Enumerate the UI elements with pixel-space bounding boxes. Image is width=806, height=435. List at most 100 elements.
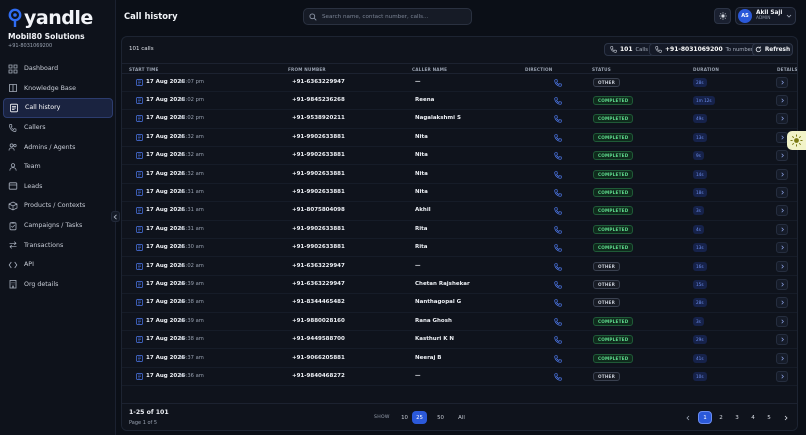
search-input[interactable] [322,13,467,20]
column-direction[interactable]: DIRECTION [525,67,552,72]
page-size-option[interactable]: 50 [433,411,448,424]
next-page-button[interactable] [780,411,792,424]
details-button[interactable] [776,352,788,364]
chevron-right-icon [780,337,784,342]
page-number-button[interactable]: 3 [730,411,744,424]
incoming-call-icon [136,133,143,141]
theme-toggle-button[interactable] [714,8,731,24]
details-button[interactable] [776,242,788,254]
table-row[interactable]: 17 Aug 2026 10:39 am +91-9880028160 Rana Gh… [122,313,797,332]
results-range: 1-25 of 101 [129,409,169,416]
search-box[interactable] [303,8,472,25]
sidebar-item-api[interactable]: API [3,255,113,275]
table-row[interactable]: 17 Aug 2026 11:30 am +91-9902633881 Rita COM… [122,239,797,258]
details-button[interactable] [776,223,788,235]
sidebar-item-label: Leads [24,182,43,190]
details-button[interactable] [776,315,788,327]
duration-badge: 13s [693,243,707,253]
sidebar-item-knowledge-base[interactable]: Knowledge Base [3,79,113,99]
table-row[interactable]: 17 Aug 2026 11:31 am +91-9902633881 Rita COM… [122,221,797,240]
sidebar-item-call-history[interactable]: Call history [3,98,113,118]
incoming-call-icon [136,78,143,86]
caller-name: Nita [415,170,428,177]
details-button[interactable] [776,205,788,217]
table-row[interactable]: 17 Aug 2026 11:02 am +91-6363229947— OTHER 1… [122,258,797,276]
status-badge: OTHER [593,298,621,308]
details-button[interactable] [776,168,788,180]
page-size-option[interactable]: 25 [412,411,427,424]
duration-badge: 41s [693,353,707,363]
inbound-phone-icon [554,244,562,252]
user-menu[interactable]: AS Akil Saji ADMIN [735,7,796,25]
caller-name: Nagalakshmi S [415,115,461,122]
details-button[interactable] [776,260,788,272]
sidebar-item-org-details[interactable]: Org details [3,275,113,295]
sidebar-item-transactions[interactable]: Transactions [3,235,113,255]
table-row[interactable]: 17 Aug 2026 11:31 am +91-9902633881 Nita COM… [122,184,797,203]
floating-widget-button[interactable] [787,131,806,150]
page-size-option[interactable]: 10 [397,411,412,424]
page-number-button[interactable]: 1 [698,411,712,424]
details-button[interactable] [776,94,788,106]
incoming-call-icon [136,152,143,159]
status-badge: COMPLETED [593,132,634,142]
inbound-phone-icon [554,299,562,307]
sidebar-item-dashboard[interactable]: Dashboard [3,59,113,79]
page-number-button[interactable]: 5 [762,411,776,424]
sidebar-item-campaigns-tasks[interactable]: Campaigns / Tasks [3,216,113,236]
column-details[interactable]: DETAILS [777,67,797,72]
details-button[interactable] [776,370,788,382]
table-row[interactable]: 17 Aug 2026 11:32 am +91-9902633881 Nita COM… [122,129,797,148]
prev-page-button[interactable] [682,411,694,424]
sun-icon [790,134,803,147]
page-indicator: Page 1 of 5 [129,420,158,426]
incoming-call-icon [136,189,143,196]
details-button[interactable] [776,150,788,162]
sun-icon [718,12,727,20]
column-caller-name[interactable]: CALLER NAME [412,67,447,72]
details-button[interactable] [776,76,788,88]
table-row[interactable]: 17 Aug 2026 12:02 pm +91-9538920211 Nagalak… [122,110,797,129]
details-button[interactable] [776,113,788,125]
table-row[interactable]: 17 Aug 2026 10:39 am +91-6363229947 Chetan … [122,276,797,295]
status-badge: OTHER [593,261,621,271]
column-from-number[interactable]: FROM NUMBER [288,67,326,72]
table-row[interactable]: 17 Aug 2026 10:38 am +91-9449588700 Kasthur… [122,331,797,350]
sidebar-item-products-contexts[interactable]: Products / Contexts [3,196,113,216]
details-button[interactable] [776,278,788,290]
table-row[interactable]: 17 Aug 2026 12:02 pm +91-9845236268 Reena CO… [122,92,797,111]
inbound-phone-icon [554,226,562,234]
status-badge: OTHER [593,371,621,381]
grid-icon [8,64,18,74]
sidebar-item-admins-agents[interactable]: Admins / Agents [3,137,113,157]
table-row[interactable]: 17 Aug 2026 11:31 am +91-8075804098 Akhil CO… [122,202,797,221]
page-number-button[interactable]: 4 [746,411,760,424]
sidebar-item-callers[interactable]: Callers [3,118,113,138]
collapse-sidebar-button[interactable] [111,211,120,222]
page-number-button[interactable]: 2 [714,411,728,424]
inbound-phone-icon [554,354,562,363]
logo[interactable]: yandle [8,7,93,29]
table-row[interactable]: 17 Aug 2026 10:37 am +91-9066205881 Neeraj … [122,350,797,368]
caller-name: Neeraj B [415,354,442,361]
sidebar-item-leads[interactable]: Leads [3,177,113,197]
details-button[interactable] [776,334,788,346]
details-button[interactable] [776,186,788,198]
table-row[interactable]: 17 Aug 2026 11:32 am +91-9902633881 Nita COM… [122,147,797,166]
chevron-right-icon [780,172,784,176]
incoming-call-icon [136,336,143,343]
sidebar-item-team[interactable]: Team [3,157,113,177]
column-duration[interactable]: DURATION [693,67,719,72]
status-badge: OTHER [593,77,621,87]
inbound-phone-icon [554,170,562,179]
table-row[interactable]: 17 Aug 2026 11:32 am +91-9902633881 Nita COM… [122,166,797,184]
page-size-option[interactable]: All [454,411,469,424]
column-start-time[interactable]: START TIME [129,67,159,72]
details-button[interactable] [776,297,788,309]
table-row[interactable]: 17 Aug 2026 10:38 am +91-8344465482 Nanthag… [122,294,797,313]
column-status[interactable]: STATUS [592,67,611,72]
show-label: SHOW [374,415,390,420]
table-row[interactable]: 17 Aug 2026 10:36 am +91-9840468272— OTHER 1… [122,368,797,387]
table-row[interactable]: 17 Aug 2026 12:07 pm +91-6363229947— OTHER 2… [122,74,797,92]
refresh-button[interactable]: Refresh [752,43,793,56]
